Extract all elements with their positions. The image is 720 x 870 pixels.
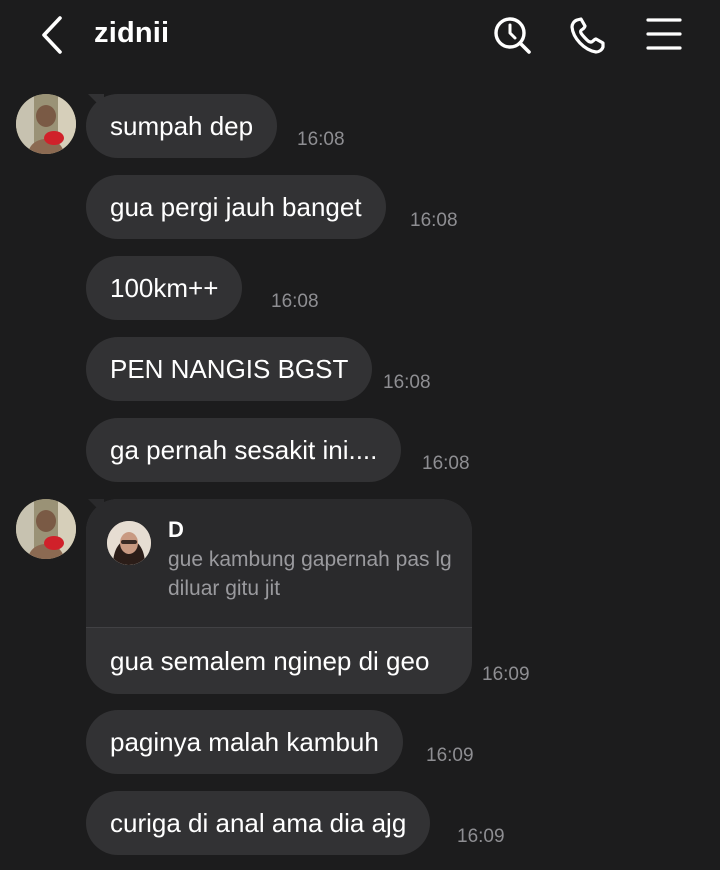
- message-bubble[interactable]: ga pernah sesakit ini....: [86, 418, 402, 482]
- message-bubble[interactable]: curiga di anal ama dia ajg: [86, 791, 431, 855]
- search-icon: [494, 17, 531, 54]
- message-text: gua pergi jauh banget: [110, 192, 362, 222]
- message-time: 16:09: [457, 826, 505, 847]
- message-bubble[interactable]: gua pergi jauh banget: [86, 175, 386, 239]
- message-time: 16:08: [410, 210, 458, 231]
- contact-avatar[interactable]: [16, 499, 76, 559]
- message-bubble[interactable]: 100km++: [86, 256, 243, 320]
- message-time: 16:09: [482, 664, 530, 685]
- call-button[interactable]: [568, 14, 608, 58]
- message-text: PEN NANGIS BGST: [110, 354, 349, 384]
- quoted-sender-name: D: [168, 517, 184, 542]
- reply-message-bubble[interactable]: D gue kambung gapernah pas lg diluar git…: [86, 499, 472, 694]
- message-text: 100km++: [110, 273, 219, 303]
- contact-avatar[interactable]: [16, 94, 76, 154]
- quoted-text: gue kambung gapernah pas lg diluar gitu …: [168, 548, 452, 600]
- contact-name[interactable]: zidnii: [94, 17, 169, 50]
- message-text: gua semalem nginep di geo: [110, 646, 430, 676]
- message-bubble[interactable]: sumpah dep: [86, 94, 278, 158]
- menu-button[interactable]: [644, 14, 684, 58]
- message-bubble[interactable]: paginya malah kambuh: [86, 710, 403, 774]
- phone-icon: [570, 17, 605, 54]
- message-text: sumpah dep: [110, 111, 254, 141]
- message-time: 16:08: [271, 291, 319, 312]
- chat-header: zidnii: [0, 0, 720, 72]
- message-time: 16:08: [383, 372, 431, 393]
- message-text: ga pernah sesakit ini....: [110, 435, 378, 465]
- message-text: curiga di anal ama dia ajg: [110, 808, 407, 838]
- quoted-message[interactable]: D gue kambung gapernah pas lg diluar git…: [86, 499, 472, 628]
- hamburger-menu-icon: [646, 18, 682, 50]
- quoted-avatar-photo: [107, 521, 151, 565]
- message-bubble[interactable]: PEN NANGIS BGST: [86, 337, 373, 401]
- message-time: 16:08: [297, 129, 345, 150]
- quoted-avatar: [107, 521, 151, 565]
- message-time: 16:08: [422, 453, 470, 474]
- search-button[interactable]: [492, 14, 532, 58]
- avatar-photo: [16, 499, 76, 559]
- avatar-photo: [16, 94, 76, 154]
- message-text: paginya malah kambuh: [110, 727, 379, 757]
- back-button[interactable]: [36, 14, 72, 58]
- message-time: 16:09: [426, 745, 474, 766]
- chevron-left-icon: [42, 16, 62, 54]
